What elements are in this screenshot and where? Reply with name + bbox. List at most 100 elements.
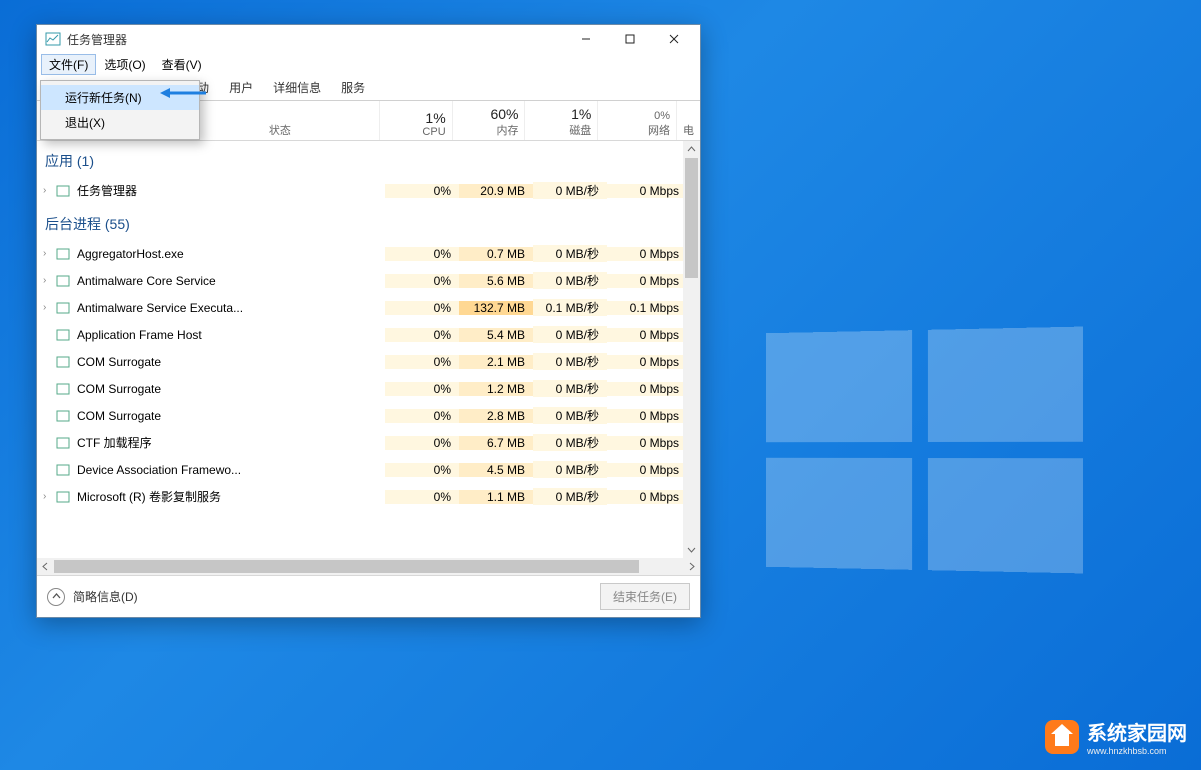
vertical-scrollbar[interactable]: [683, 141, 700, 558]
horizontal-scrollbar[interactable]: [37, 558, 700, 575]
watermark: 系统家园网 www.hnzkhbsb.com: [1045, 717, 1187, 756]
disk-value: 0.1 MB/秒: [533, 299, 607, 316]
disk-value: 0 MB/秒: [533, 380, 607, 397]
col-cpu[interactable]: 1%CPU: [379, 101, 452, 140]
disk-value: 0 MB/秒: [533, 326, 607, 343]
cpu-value: 0%: [385, 328, 459, 342]
end-task-button[interactable]: 结束任务(E): [600, 583, 690, 610]
windows-logo-wallpaper: [766, 327, 1083, 574]
network-value: 0 Mbps: [607, 490, 687, 504]
menu-exit[interactable]: 退出(X): [41, 110, 199, 135]
tab-details[interactable]: 详细信息: [263, 75, 331, 100]
scroll-left-icon[interactable]: [37, 558, 54, 575]
annotation-arrow-icon: [160, 86, 206, 100]
disk-value: 0 MB/秒: [533, 182, 607, 199]
process-name: AggregatorHost.exe: [77, 247, 184, 261]
cpu-value: 0%: [385, 463, 459, 477]
house-icon: [1045, 720, 1079, 754]
process-row[interactable]: ›任务管理器0%20.9 MB0 MB/秒0 Mbps: [37, 177, 700, 204]
scroll-up-icon[interactable]: [683, 141, 700, 158]
disk-value: 0 MB/秒: [533, 488, 607, 505]
process-name: Antimalware Service Executa...: [77, 301, 243, 315]
process-row[interactable]: ›AggregatorHost.exe0%0.7 MB0 MB/秒0 Mbps: [37, 240, 700, 267]
network-value: 0 Mbps: [607, 328, 687, 342]
process-icon: [55, 246, 71, 262]
memory-value: 4.5 MB: [459, 463, 533, 477]
group-apps: 应用 (1): [37, 141, 700, 177]
hscrollbar-thumb[interactable]: [54, 560, 639, 573]
scroll-down-icon[interactable]: [683, 541, 700, 558]
process-name: Antimalware Core Service: [77, 274, 216, 288]
cpu-value: 0%: [385, 409, 459, 423]
disk-value: 0 MB/秒: [533, 461, 607, 478]
network-value: 0 Mbps: [607, 355, 687, 369]
network-value: 0.1 Mbps: [607, 301, 687, 315]
process-name: COM Surrogate: [77, 409, 161, 423]
cpu-value: 0%: [385, 490, 459, 504]
memory-value: 1.2 MB: [459, 382, 533, 396]
process-row[interactable]: Application Frame Host0%5.4 MB0 MB/秒0 Mb…: [37, 321, 700, 348]
process-row[interactable]: ›Antimalware Core Service0%5.6 MB0 MB/秒0…: [37, 267, 700, 294]
disk-value: 0 MB/秒: [533, 272, 607, 289]
cpu-value: 0%: [385, 436, 459, 450]
scrollbar-thumb[interactable]: [685, 158, 698, 278]
group-background: 后台进程 (55): [37, 204, 700, 240]
process-name: Application Frame Host: [77, 328, 202, 342]
fewer-details-label: 简略信息(D): [73, 588, 138, 605]
network-value: 0 Mbps: [607, 409, 687, 423]
col-power[interactable]: 电: [676, 101, 700, 140]
expand-icon[interactable]: ›: [37, 302, 55, 313]
process-row[interactable]: COM Surrogate0%2.1 MB0 MB/秒0 Mbps: [37, 348, 700, 375]
col-status[interactable]: 状态: [269, 122, 373, 138]
cpu-value: 0%: [385, 247, 459, 261]
memory-value: 6.7 MB: [459, 436, 533, 450]
expand-icon[interactable]: ›: [37, 275, 55, 286]
network-value: 0 Mbps: [607, 436, 687, 450]
process-icon: [55, 327, 71, 343]
tab-users[interactable]: 用户: [219, 75, 263, 100]
menu-options[interactable]: 选项(O): [96, 54, 153, 75]
cpu-value: 0%: [385, 184, 459, 198]
col-memory[interactable]: 60%内存: [452, 101, 525, 140]
network-value: 0 Mbps: [607, 463, 687, 477]
expand-icon[interactable]: ›: [37, 185, 55, 196]
process-row[interactable]: COM Surrogate0%2.8 MB0 MB/秒0 Mbps: [37, 402, 700, 429]
menu-file[interactable]: 文件(F): [41, 54, 96, 75]
network-value: 0 Mbps: [607, 382, 687, 396]
disk-value: 0 MB/秒: [533, 407, 607, 424]
col-network[interactable]: 0%网络: [597, 101, 676, 140]
col-disk[interactable]: 1%磁盘: [524, 101, 597, 140]
memory-value: 0.7 MB: [459, 247, 533, 261]
titlebar[interactable]: 任务管理器: [37, 25, 700, 53]
memory-value: 1.1 MB: [459, 490, 533, 504]
tab-services[interactable]: 服务: [331, 75, 375, 100]
process-name: CTF 加载程序: [77, 434, 152, 451]
disk-value: 0 MB/秒: [533, 245, 607, 262]
maximize-button[interactable]: [608, 25, 652, 53]
minimize-button[interactable]: [564, 25, 608, 53]
process-icon: [55, 408, 71, 424]
process-row[interactable]: ›Antimalware Service Executa...0%132.7 M…: [37, 294, 700, 321]
expand-icon[interactable]: ›: [37, 248, 55, 259]
process-icon: [55, 435, 71, 451]
scroll-right-icon[interactable]: [683, 558, 700, 575]
fewer-details-toggle[interactable]: 简略信息(D): [47, 588, 138, 606]
cpu-value: 0%: [385, 382, 459, 396]
process-icon: [55, 489, 71, 505]
cpu-value: 0%: [385, 355, 459, 369]
expand-icon[interactable]: ›: [37, 491, 55, 502]
close-button[interactable]: [652, 25, 696, 53]
chevron-up-icon: [47, 588, 65, 606]
disk-value: 0 MB/秒: [533, 434, 607, 451]
memory-value: 20.9 MB: [459, 184, 533, 198]
process-name: 任务管理器: [77, 182, 137, 199]
process-row[interactable]: Device Association Framewo...0%4.5 MB0 M…: [37, 456, 700, 483]
memory-value: 2.1 MB: [459, 355, 533, 369]
process-row[interactable]: CTF 加载程序 0%6.7 MB0 MB/秒0 Mbps: [37, 429, 700, 456]
process-row[interactable]: COM Surrogate0%1.2 MB0 MB/秒0 Mbps: [37, 375, 700, 402]
process-icon: [55, 183, 71, 199]
process-name: Device Association Framewo...: [77, 463, 241, 477]
memory-value: 5.6 MB: [459, 274, 533, 288]
process-row[interactable]: ›Microsoft (R) 卷影复制服务0%1.1 MB0 MB/秒0 Mbp…: [37, 483, 700, 510]
menu-view[interactable]: 查看(V): [154, 54, 210, 75]
